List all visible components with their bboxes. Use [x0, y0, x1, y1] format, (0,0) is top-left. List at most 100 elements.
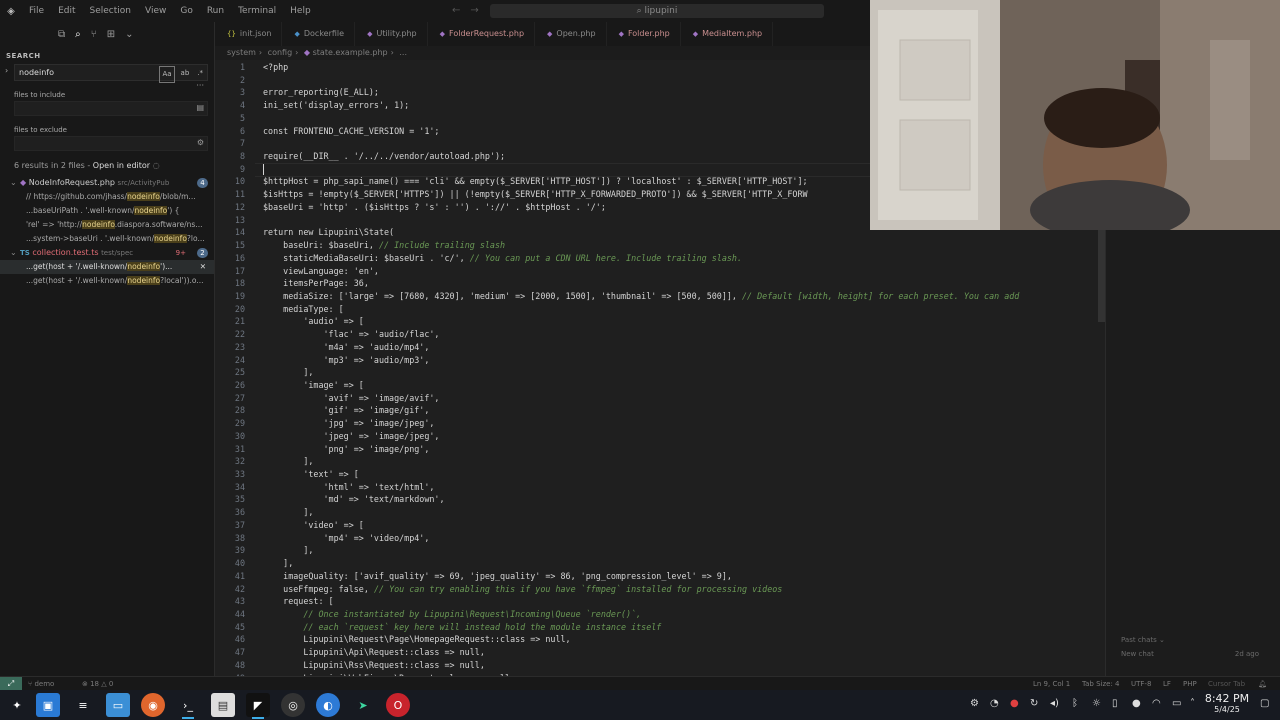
code-line[interactable]: Lipupini\Rss\Request::class => null, — [263, 660, 485, 670]
battery-icon[interactable]: ▭ — [1172, 698, 1181, 709]
code-line[interactable]: ], — [263, 558, 293, 568]
code-line[interactable]: Lipupini\Api\Request::class => null, — [263, 647, 485, 657]
code-line[interactable]: 'mp3' => 'audio/mp3', — [263, 355, 430, 365]
clock[interactable]: 8:42 PM 5/4/25 — [1202, 693, 1252, 715]
breadcrumb-item[interactable]: config — [268, 48, 292, 57]
chevron-down-icon[interactable]: ⌄ — [10, 246, 20, 260]
firefox-icon[interactable]: ◉ — [141, 693, 165, 717]
volume-icon[interactable]: ◂) — [1050, 698, 1059, 709]
chevron-right-icon[interactable]: › — [5, 66, 8, 75]
language-mode[interactable]: PHP — [1183, 677, 1197, 691]
code-line[interactable]: mediaSize: ['large' => [7680, 4320], 'me… — [263, 291, 1019, 301]
obs-icon[interactable]: ◎ — [281, 693, 305, 717]
microphone-icon[interactable]: ● — [1132, 698, 1141, 709]
code-line[interactable]: useFfmpeg: false, // You can try enablin… — [263, 584, 782, 594]
result-line[interactable]: // https://github.com/jhass/nodeinfo/blo… — [0, 190, 214, 204]
copilot-icon[interactable]: ◌ — [153, 161, 160, 170]
search-input[interactable]: nodeinfo Aa ab .* — [14, 64, 208, 83]
tab-utility-php[interactable]: ◆ Utility.php — [355, 22, 428, 46]
menu-edit[interactable]: Edit — [51, 6, 82, 16]
code-line[interactable]: $baseUri = 'http' . ($isHttps ? 's' : ''… — [263, 202, 606, 212]
breadcrumb-item[interactable]: ... — [399, 48, 407, 57]
opera-icon[interactable]: O — [386, 693, 410, 717]
chevron-down-icon[interactable]: ⌄ — [125, 29, 133, 40]
code-line[interactable]: $isHttps = !empty($_SERVER['HTTPS']) || … — [263, 189, 808, 199]
code-line[interactable]: staticMediaBaseUri: $baseUri . 'c/', // … — [263, 253, 742, 263]
code-line[interactable]: 'jpeg' => 'image/jpeg', — [263, 431, 440, 441]
command-center[interactable]: ⌕ lipupini — [490, 4, 824, 18]
code-line[interactable]: 'video' => [ — [263, 520, 364, 530]
tab-open-php[interactable]: ◆ Open.php — [535, 22, 607, 46]
folder-icon[interactable]: ▭ — [106, 693, 130, 717]
code-line[interactable]: ], — [263, 507, 313, 517]
tab-size[interactable]: Tab Size: 4 — [1082, 677, 1119, 691]
app-arrow-icon[interactable]: ➤ — [351, 693, 375, 717]
terminal-icon[interactable]: ›_ — [176, 693, 200, 719]
search-icon[interactable]: ⌕ — [75, 29, 81, 40]
text-editor-icon[interactable]: ▤ — [211, 693, 235, 717]
code-line[interactable]: <?php — [263, 62, 288, 72]
browser-icon[interactable]: ◐ — [316, 693, 340, 717]
breadcrumb-item[interactable]: system — [227, 48, 256, 57]
encoding[interactable]: UTF-8 — [1131, 677, 1151, 691]
code-line[interactable]: 'avif' => 'image/avif', — [263, 393, 440, 403]
code-line[interactable]: mediaType: [ — [263, 304, 344, 314]
kde-connect-icon[interactable]: ⚙ — [970, 698, 979, 709]
code-line[interactable]: 'mp4' => 'video/mp4', — [263, 533, 430, 543]
code-line[interactable]: require(__DIR__ . '/../../vendor/autoloa… — [263, 151, 505, 161]
show-desktop-icon[interactable]: ▢ — [1260, 698, 1269, 709]
gear-icon[interactable]: ⚙ — [197, 138, 204, 147]
task-manager-icon[interactable]: ≡ — [71, 693, 95, 717]
cursor-editor-icon[interactable]: ◤ — [246, 693, 270, 719]
code-line[interactable]: ini_set('display_errors', 1); — [263, 100, 409, 110]
code-line[interactable]: Lipupini\Request\Page\HomepageRequest::c… — [263, 634, 570, 644]
code-line[interactable]: 'flac' => 'audio/flac', — [263, 329, 440, 339]
code-line[interactable]: imageQuality: ['avif_quality' => 69, 'jp… — [263, 571, 732, 581]
tab-folder-php[interactable]: ◆ Folder.php — [607, 22, 681, 46]
chevron-down-icon[interactable]: ⌄ — [10, 176, 20, 190]
code-line[interactable]: // Once instantiated by Lipupini\Request… — [263, 609, 641, 619]
result-line[interactable]: ...get(host + '/.well-known/nodeinfo?loc… — [0, 274, 214, 288]
bluetooth-icon[interactable]: ᛒ — [1072, 698, 1078, 709]
chat-item[interactable]: New chat — [1121, 650, 1154, 658]
code-line[interactable]: baseUri: $baseUri, // Include trailing s… — [263, 240, 505, 250]
updates-icon[interactable]: ↻ — [1030, 698, 1038, 709]
branch-indicator[interactable]: ⑂ demo — [28, 677, 54, 691]
cursor-tab[interactable]: Cursor Tab — [1208, 677, 1245, 691]
remote-icon[interactable]: ⤢ — [0, 677, 22, 691]
result-file[interactable]: ⌄ TS collection.test.ts test/spec 9+ 2 — [0, 246, 214, 260]
menu-terminal[interactable]: Terminal — [231, 6, 283, 16]
code-line[interactable]: 'md' => 'text/markdown', — [263, 494, 445, 504]
code-line[interactable]: ], — [263, 545, 313, 555]
nav-arrows-icon[interactable]: ←→ — [452, 5, 489, 16]
dismiss-result-icon[interactable]: ✕ — [200, 260, 206, 274]
result-line[interactable]: ...system->baseUri . '.well-known/nodein… — [0, 232, 214, 246]
tab-init-json[interactable]: {} init.json — [215, 22, 283, 46]
brightness-icon[interactable]: ☼ — [1092, 698, 1101, 709]
code-line[interactable]: 'text' => [ — [263, 469, 358, 479]
bell-icon[interactable]: 🔔︎ — [1258, 677, 1267, 691]
tab-folderrequest-php[interactable]: ◆ FolderRequest.php — [428, 22, 536, 46]
menu-view[interactable]: View — [138, 6, 173, 16]
result-line[interactable]: ...baseUriPath . '.well-known/nodeinfo')… — [0, 204, 214, 218]
wifi-icon[interactable]: ◠ — [1152, 698, 1161, 709]
code-line[interactable]: 'image' => [ — [263, 380, 364, 390]
problems-indicator[interactable]: ⊗ 18 △ 0 — [82, 677, 113, 691]
code-line[interactable]: request: [ — [263, 596, 333, 606]
result-line[interactable]: 'rel' => 'http://nodeinfo.diaspora.softw… — [0, 218, 214, 232]
cursor-position[interactable]: Ln 9, Col 1 — [1033, 677, 1070, 691]
editor-scrollbar[interactable] — [1098, 230, 1105, 322]
eol[interactable]: LF — [1163, 677, 1171, 691]
code-line[interactable]: $httpHost = php_sapi_name() === 'cli' &&… — [263, 176, 808, 186]
menu-run[interactable]: Run — [200, 6, 231, 16]
code-line[interactable]: 'gif' => 'image/gif', — [263, 405, 430, 415]
clipboard-icon[interactable]: ◔ — [990, 698, 999, 709]
menu-go[interactable]: Go — [173, 6, 199, 16]
record-icon[interactable]: ● — [1010, 698, 1019, 709]
explorer-icon[interactable]: ⧉ — [58, 29, 65, 40]
code-line[interactable]: // each `request` key here will instead … — [263, 622, 661, 632]
code-line[interactable]: const FRONTEND_CACHE_VERSION = '1'; — [263, 126, 439, 136]
extensions-icon[interactable]: ⊞ — [107, 29, 115, 40]
code-line[interactable]: 'audio' => [ — [263, 316, 364, 326]
files-to-exclude-input[interactable]: ⚙ — [14, 136, 208, 151]
